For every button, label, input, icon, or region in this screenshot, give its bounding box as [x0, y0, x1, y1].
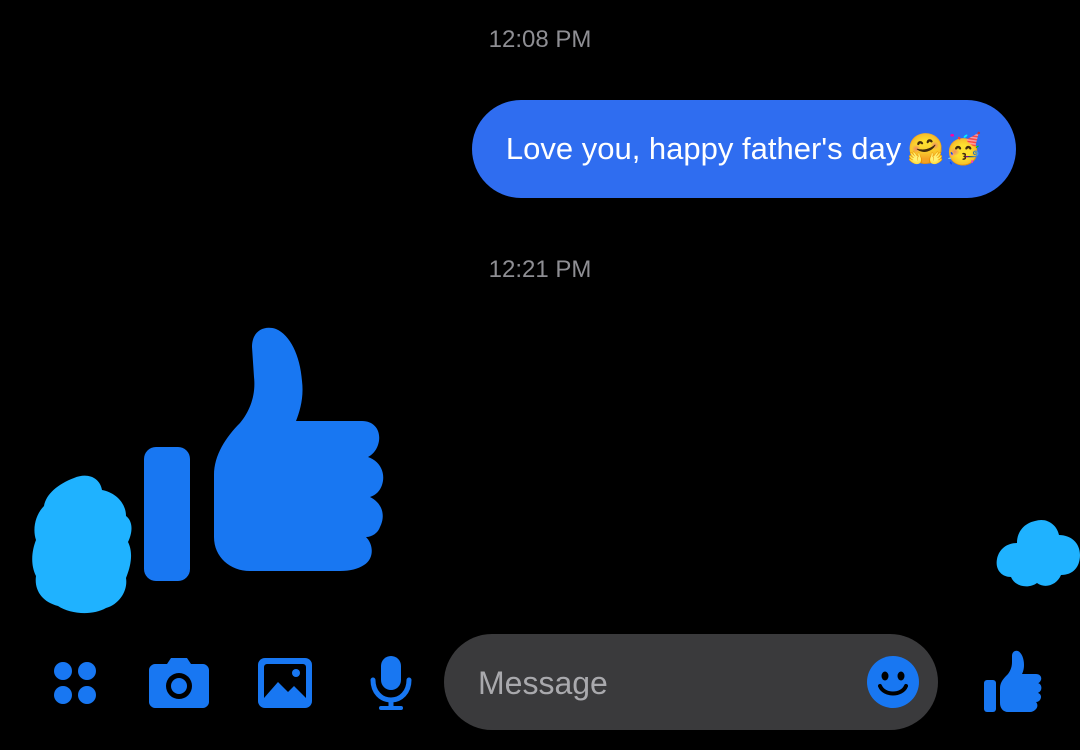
chat-screen: 12:08 PM Love you, happy father's day 🤗🥳… — [0, 0, 1080, 750]
message-input[interactable] — [476, 634, 860, 732]
camera-button[interactable] — [148, 652, 210, 714]
large-thumbs-up-icon[interactable] — [140, 325, 390, 585]
microphone-button[interactable] — [360, 652, 422, 714]
composer-bar — [0, 630, 1080, 740]
camera-icon — [149, 658, 209, 708]
outgoing-message-bubble[interactable]: Love you, happy father's day 🤗🥳 — [471, 100, 1016, 198]
smiley-icon[interactable] — [866, 655, 920, 709]
redacted-avatar — [32, 475, 132, 614]
apps-button[interactable] — [44, 652, 106, 714]
message-emojis: 🤗🥳 — [907, 131, 982, 167]
gallery-icon — [258, 658, 312, 708]
apps-grid-icon — [54, 662, 96, 704]
gallery-button[interactable] — [254, 652, 316, 714]
message-field-container[interactable] — [444, 634, 938, 732]
microphone-icon — [370, 656, 412, 710]
thumbs-up-icon[interactable] — [980, 650, 1044, 714]
redacted-seen-avatar — [996, 519, 1080, 587]
message-text: Love you, happy father's day — [505, 131, 902, 166]
timestamp: 12:08 PM — [488, 26, 592, 53]
timestamp: 12:21 PM — [488, 256, 592, 283]
